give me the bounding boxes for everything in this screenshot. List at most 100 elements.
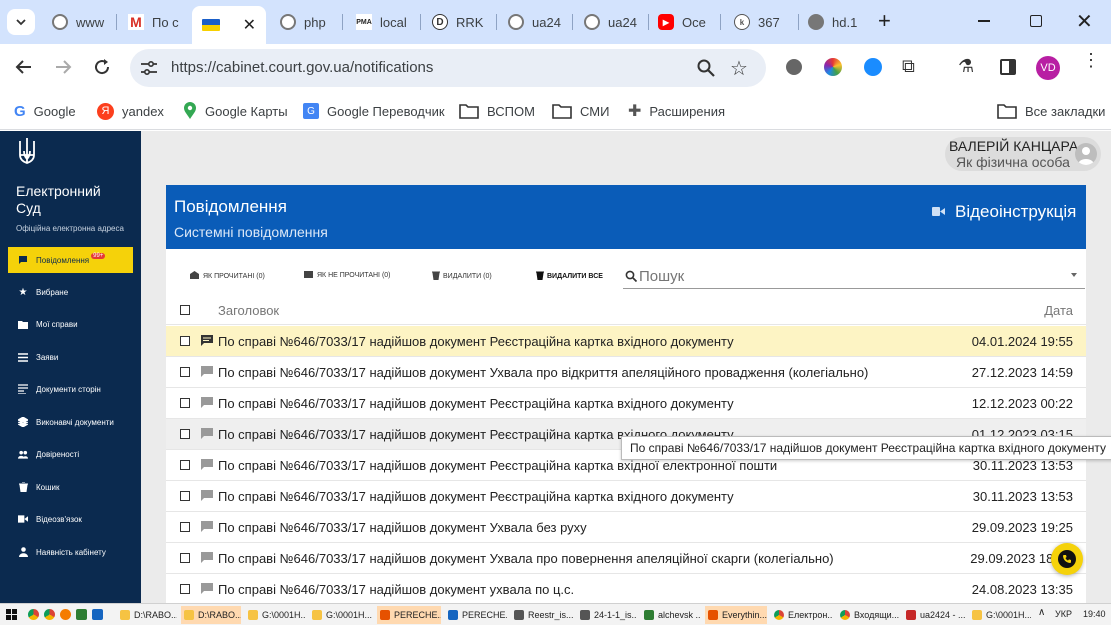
app-icon[interactable] xyxy=(92,609,103,620)
table-row[interactable]: По справі №646/7033/17 надійшов документ… xyxy=(166,388,1086,419)
column-subject-header[interactable]: Заголовок xyxy=(218,303,279,318)
taskbar-item[interactable]: PERECHE... xyxy=(377,606,441,624)
row-checkbox[interactable] xyxy=(180,429,190,439)
delete-all-button[interactable]: ВИДАЛИТИ ВСЕ xyxy=(536,271,603,282)
side-panel-icon[interactable] xyxy=(1000,59,1016,75)
table-row[interactable]: По справі №646/7033/17 надійшов документ… xyxy=(166,512,1086,543)
bookmark-folder-vspom[interactable]: ВСПОМ xyxy=(459,101,535,121)
taskbar-item[interactable]: Reestr_is... xyxy=(511,606,573,624)
browser-tab[interactable]: PMA local xyxy=(356,8,410,36)
bookmark-google-translate[interactable]: G Google Переводчик xyxy=(303,101,445,121)
row-checkbox[interactable] xyxy=(180,553,190,563)
row-checkbox[interactable] xyxy=(180,398,190,408)
taskbar-item[interactable]: Входящи... xyxy=(837,606,899,624)
close-window-button[interactable]: ✕ xyxy=(1076,9,1093,34)
minimize-button[interactable] xyxy=(978,20,990,22)
windows-start-icon[interactable] xyxy=(6,609,17,620)
bookmark-google[interactable]: G Google xyxy=(14,101,76,121)
nav-video-call[interactable]: Відеозв'язок xyxy=(8,506,133,532)
bookmark-star-icon[interactable]: ☆ xyxy=(730,56,748,81)
profile-avatar[interactable]: VD xyxy=(1036,56,1060,80)
puzzle-icon[interactable]: ⧉ xyxy=(902,56,915,77)
forward-button[interactable] xyxy=(53,57,73,82)
lab-flask-icon[interactable]: ⚗ xyxy=(958,56,974,77)
nav-my-cases[interactable]: Мої справи xyxy=(8,311,133,337)
call-button[interactable] xyxy=(1051,543,1083,575)
nav-powers-of-attorney[interactable]: Довіреності xyxy=(8,441,133,467)
table-row[interactable]: По справі №646/7033/17 надійшов документ… xyxy=(166,357,1086,388)
restore-button[interactable] xyxy=(1030,15,1042,27)
taskbar-item[interactable]: G:\0001H... xyxy=(969,606,1031,624)
taskbar-item[interactable]: PERECHE... xyxy=(445,606,507,624)
taskbar-item[interactable]: G:\0001H... xyxy=(309,606,373,624)
search-field[interactable] xyxy=(623,263,1085,289)
mark-read-button[interactable]: ЯК ПРОЧИТАНІ (0) xyxy=(190,271,265,281)
nav-party-documents[interactable]: Документи сторін xyxy=(8,376,133,402)
nav-cabinet-check[interactable]: Наявність кабінету xyxy=(8,539,133,565)
all-bookmarks[interactable]: Все закладки xyxy=(997,101,1105,121)
bookmark-folder-smi[interactable]: СМИ xyxy=(552,101,609,121)
row-checkbox[interactable] xyxy=(180,491,190,501)
browser-menu-icon[interactable]: ⋮ xyxy=(1082,51,1100,69)
video-instruction-link[interactable]: Відеоінструкція xyxy=(932,202,1076,222)
bookmark-extensions[interactable]: ✚ Расширения xyxy=(628,101,725,121)
delete-selected-button[interactable]: ВИДАЛИТИ (0) xyxy=(432,271,492,282)
clock[interactable]: 19:40 xyxy=(1083,609,1106,619)
search-input[interactable] xyxy=(639,266,1049,286)
row-checkbox[interactable] xyxy=(180,367,190,377)
extension-icon[interactable] xyxy=(786,59,802,75)
nav-notifications[interactable]: Повідомлення 99+ xyxy=(8,247,133,273)
nav-applications[interactable]: Заяви xyxy=(8,344,133,370)
language-indicator[interactable]: УКР xyxy=(1055,609,1072,619)
table-row[interactable]: По справі №646/7033/17 надійшов документ… xyxy=(166,326,1086,357)
site-settings-icon[interactable] xyxy=(140,60,158,81)
reload-button[interactable] xyxy=(92,57,112,82)
row-checkbox[interactable] xyxy=(180,336,190,346)
url-text[interactable]: https://cabinet.court.gov.ua/notificatio… xyxy=(171,59,433,76)
taskbar-item[interactable]: 24-1-1_is... xyxy=(577,606,637,624)
column-date-header[interactable]: Дата xyxy=(1044,303,1073,318)
browser-tab[interactable]: k 367 xyxy=(734,8,790,36)
nav-trash[interactable]: Кошик xyxy=(8,474,133,500)
user-avatar-icon[interactable] xyxy=(1075,143,1097,165)
row-checkbox[interactable] xyxy=(180,522,190,532)
taskbar-item[interactable]: ua2424 - ... xyxy=(903,606,965,624)
search-dropdown-icon[interactable] xyxy=(1071,273,1077,277)
taskbar-item[interactable]: alchevsk ... xyxy=(641,606,701,624)
browser-tab-active[interactable]: ✕ xyxy=(192,6,266,44)
taskbar-item[interactable]: D:\RABO... xyxy=(117,606,177,624)
shazam-icon[interactable] xyxy=(864,58,882,76)
app-icon[interactable] xyxy=(76,609,87,620)
browser-tab[interactable]: www xyxy=(52,8,108,36)
chrome-icon[interactable] xyxy=(44,609,55,620)
browser-tab[interactable]: ua24 xyxy=(508,8,564,36)
taskbar-item[interactable]: Електрон... xyxy=(771,606,833,624)
browser-tab[interactable]: hd.1 xyxy=(808,8,864,36)
new-tab-button[interactable]: + xyxy=(878,8,891,34)
mark-unread-button[interactable]: ЯК НЕ ПРОЧИТАНІ (0) xyxy=(304,271,391,280)
table-row[interactable]: По справі №646/7033/17 надійшов документ… xyxy=(166,574,1086,603)
chevron-up-icon[interactable]: ∧ xyxy=(1038,607,1045,618)
browser-tab[interactable]: ua24 xyxy=(584,8,640,36)
row-checkbox[interactable] xyxy=(180,460,190,470)
nav-executive-documents[interactable]: Виконавчі документи xyxy=(8,409,133,435)
tab-search-button[interactable] xyxy=(7,9,35,35)
browser-tab[interactable]: php xyxy=(280,8,334,36)
table-row[interactable]: По справі №646/7033/17 надійшов документ… xyxy=(166,481,1086,512)
nav-favorites[interactable]: ★ Вибране xyxy=(8,279,133,305)
row-checkbox[interactable] xyxy=(180,584,190,594)
taskbar-item[interactable]: Everythin... xyxy=(705,606,767,624)
address-bar[interactable]: https://cabinet.court.gov.ua/notificatio… xyxy=(130,49,766,87)
bookmark-google-maps[interactable]: Google Карты xyxy=(183,101,288,121)
browser-tab[interactable]: M По с xyxy=(128,8,184,36)
browser-tab[interactable]: D RRK xyxy=(432,8,486,36)
zoom-icon[interactable] xyxy=(696,58,716,83)
browser-tab[interactable]: ▶ Осе xyxy=(658,8,714,36)
close-tab-icon[interactable]: ✕ xyxy=(243,15,256,35)
table-row[interactable]: По справі №646/7033/17 надійшов документ… xyxy=(166,543,1086,574)
extension-icon[interactable] xyxy=(824,58,842,76)
taskbar-item[interactable]: D:\RABO... xyxy=(181,606,241,624)
taskbar-item[interactable]: G:\0001H... xyxy=(245,606,305,624)
select-all-checkbox[interactable] xyxy=(180,305,190,315)
back-button[interactable] xyxy=(14,57,34,82)
